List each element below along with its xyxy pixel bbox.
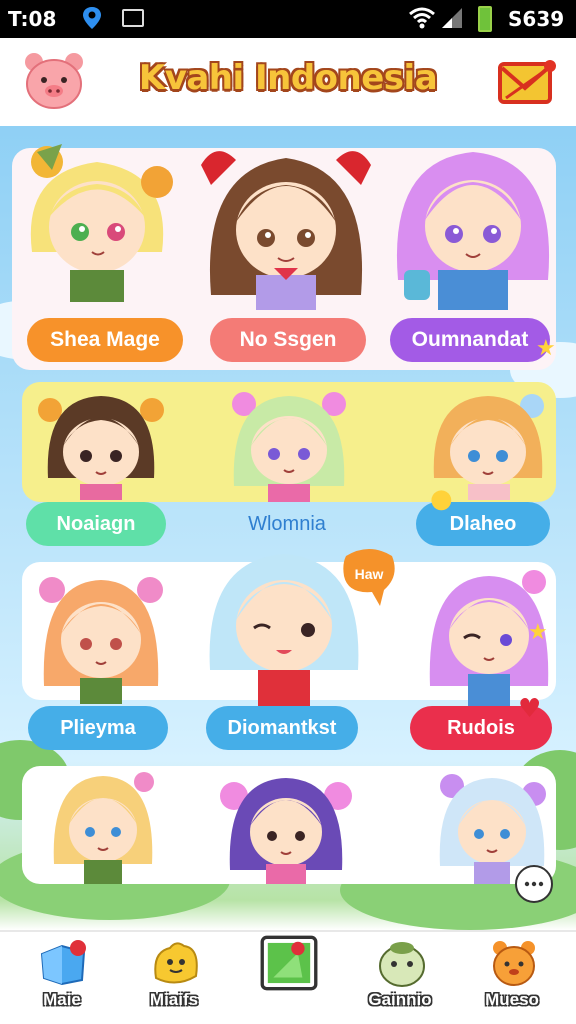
coin-icon: ●	[430, 484, 453, 514]
nav-item-maie[interactable]: Maie	[12, 932, 112, 1024]
chat-bubble-icon[interactable]	[514, 864, 554, 904]
section-1-label-1[interactable]: Shea Mage	[27, 318, 183, 362]
section-3-label-2[interactable]: Diomantkst	[206, 706, 358, 750]
app-title: Kvahi Indonesia	[138, 58, 438, 98]
bottom-nav: Maie Miaifs Gainnio Mueso	[0, 930, 576, 1024]
section-2-label-1[interactable]: Noaiagn	[26, 502, 166, 546]
star-icon-2: ★	[528, 620, 548, 645]
orange-bear-icon	[493, 941, 535, 986]
battery-icon	[478, 6, 492, 32]
signal-icon	[442, 8, 462, 28]
heart-icon: ♥	[518, 694, 542, 724]
character-blonde-girl[interactable]	[12, 132, 182, 302]
character-chibi-blonde-small[interactable]	[48, 768, 158, 884]
nav-label: Miaifs	[149, 990, 199, 1009]
play-tile-icon	[260, 935, 318, 991]
app-header: Kvahi Indonesia	[0, 38, 576, 126]
wifi-icon	[409, 7, 435, 29]
nav-item-mueso[interactable]: Mueso	[462, 932, 562, 1024]
nav-item-gainnio[interactable]: Gainnio	[350, 932, 450, 1024]
green-creature-icon	[379, 942, 425, 987]
nav-item-play[interactable]	[238, 932, 338, 1024]
status-time: T:08	[8, 7, 57, 31]
map-icon	[40, 940, 86, 986]
status-bar: T:08 S639	[0, 0, 576, 38]
character-chibi-peach-hair[interactable]	[34, 568, 168, 704]
nav-label: Maie	[43, 990, 81, 1009]
section-1-label-3[interactable]: Oumnandat	[390, 318, 550, 362]
nav-label: Mueso	[485, 990, 539, 1009]
nav-item-miaifs[interactable]: Miaifs	[124, 932, 224, 1024]
character-purple-hair-girl[interactable]	[388, 130, 558, 310]
section-1-label-2[interactable]: No Ssgen	[210, 318, 366, 362]
mail-icon[interactable]	[498, 58, 558, 106]
section-3-label-1[interactable]: Plieyma	[28, 706, 168, 750]
speech-bubble-text: Haw	[354, 566, 384, 582]
image-notification-icon	[122, 9, 144, 27]
nav-label: Gainnio	[368, 990, 432, 1009]
yellow-blob-icon	[154, 942, 198, 984]
character-chibi-indigo-hair[interactable]	[216, 770, 356, 884]
character-chibi-brown[interactable]	[36, 388, 166, 500]
status-clock: S639	[508, 7, 565, 31]
character-chibi-green-hair[interactable]	[224, 386, 354, 502]
location-icon	[83, 7, 101, 29]
star-icon: ★	[536, 336, 556, 361]
character-brown-hair-girl[interactable]	[196, 130, 376, 310]
